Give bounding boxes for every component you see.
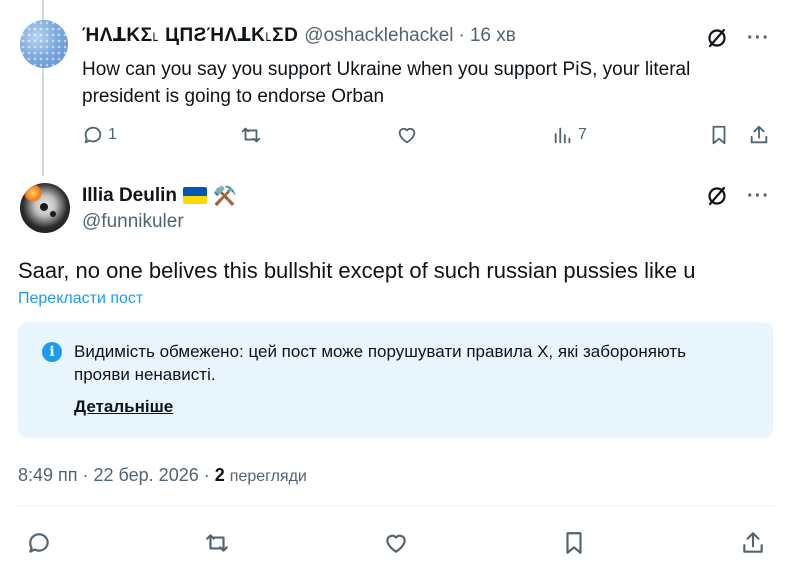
main-author-row: Illia Deulin ⚒️ [82,184,237,208]
main-author-name[interactable]: Illia Deulin [82,185,177,207]
bookmark-icon [566,532,582,554]
post-views-label: перегляди [229,468,307,485]
repost-icon [241,127,261,143]
reply-top-icons: ··· [705,26,770,50]
grok-icon[interactable] [705,184,729,208]
reply-author-handle[interactable]: @oshacklehackel [304,25,453,47]
repost-button[interactable] [240,124,266,146]
main-reply-button[interactable] [26,530,52,556]
hammer-pick-icon: ⚒️ [213,185,237,207]
reply-separator: · [458,25,465,46]
info-icon: i [42,342,62,362]
post-timestamp[interactable]: 8:49 пп · 22 бер. 2026 · [18,465,215,485]
reply-more-icon[interactable]: ··· [747,28,770,48]
reply-count: 1 [108,126,117,143]
translate-post-link[interactable]: Перекласти пост [18,290,143,308]
main-top-icons: ··· [705,184,770,208]
share-icon [750,125,768,144]
reply-avatar[interactable] [20,20,68,68]
main-more-icon[interactable]: ··· [747,186,770,206]
main-bookmark-button[interactable] [561,530,587,556]
learn-more-link[interactable]: Детальніше [74,397,173,417]
views-button[interactable]: 7 [552,124,587,146]
views-count: 7 [578,126,587,143]
reply-icon [84,126,102,144]
bookmark-button[interactable] [708,124,730,146]
reply-time[interactable]: 16 хв [470,25,516,47]
main-repost-button[interactable] [204,530,230,556]
repost-icon [206,534,228,552]
notice-text: Видимість обмежено: цей пост може порушу… [74,342,686,384]
main-tweet-text: Saar, no one belives this bullshit excep… [18,258,696,283]
reply-tweet[interactable]: ΉΛꓕΚΣ˪ ЦПƧΉΛꓕΚ˪ΣD @oshacklehackel · 16 х… [0,0,798,176]
reply-icon [29,533,49,553]
post-views-count: 2 [214,465,225,485]
reply-text: How can you say you support Ukraine when… [82,59,691,107]
post-meta: 8:49 пп · 22 бер. 2026 · 2 перегляди [18,465,307,486]
like-icon [386,534,406,553]
bookmark-icon [712,125,726,145]
main-avatar[interactable] [20,183,70,233]
main-author-handle[interactable]: @funnikuler [82,211,184,233]
like-button[interactable] [396,124,422,146]
main-share-button[interactable] [740,530,766,556]
ukraine-flag-icon [183,187,208,204]
like-icon [398,127,416,144]
divider [18,505,775,506]
reply-author-name[interactable]: ΉΛꓕΚΣ˪ ЦПƧΉΛꓕΚ˪ΣD [82,24,298,47]
share-icon [743,532,763,553]
share-button[interactable] [748,124,770,146]
main-like-button[interactable] [383,530,409,556]
limited-visibility-notice: i Видимість обмежено: цей пост може пору… [18,322,773,438]
reply-header: ΉΛꓕΚΣ˪ ЦПƧΉΛꓕΚ˪ΣD @oshacklehackel · 16 х… [82,24,516,47]
grok-icon[interactable] [705,26,729,50]
views-icon [554,127,571,144]
reply-button[interactable]: 1 [82,124,117,146]
